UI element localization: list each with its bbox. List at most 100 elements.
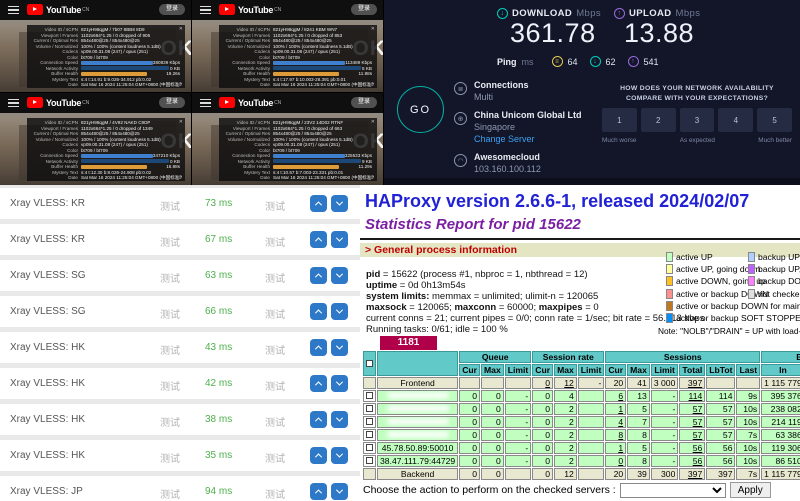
youtube-logo[interactable]: YouTubeCN: [219, 4, 281, 15]
signin-button[interactable]: 登录: [159, 97, 185, 108]
move-up-button[interactable]: [310, 411, 327, 428]
connection-speed-bar: [81, 61, 153, 65]
move-down-button[interactable]: [331, 303, 348, 320]
test-label-2[interactable]: 测试: [265, 270, 285, 285]
row-checkbox[interactable]: [366, 431, 373, 438]
haproxy-report-title: Statistics Report for pid 15622: [365, 216, 581, 233]
test-label[interactable]: 测试: [160, 234, 180, 249]
move-up-button[interactable]: [310, 231, 327, 248]
row-name: 38.47.111.79:44729: [377, 455, 458, 467]
stats-row: DateSat Mar 16 2024 11:25:04 GMT+0800 (中…: [27, 82, 182, 88]
close-icon[interactable]: ✕: [371, 119, 375, 125]
stats-row-server: 00-0288-57577s63 3861 638 75000: [363, 429, 800, 441]
select-all-cell[interactable]: [363, 351, 376, 376]
move-up-button[interactable]: [310, 339, 327, 356]
move-up-button[interactable]: [310, 267, 327, 284]
move-up-button[interactable]: [310, 375, 327, 392]
connection-speed-bar: [273, 154, 345, 158]
test-label[interactable]: 测试: [160, 414, 180, 429]
test-label-2[interactable]: 测试: [265, 198, 285, 213]
move-down-button[interactable]: [331, 375, 348, 392]
row-name: 45.78.50.89:50010: [377, 442, 458, 454]
test-label[interactable]: 测试: [160, 486, 180, 501]
server-block: China Unicom Global Ltd Singapore Change…: [474, 110, 582, 144]
youtube-topbar: YouTubeCN 登录: [192, 0, 383, 20]
move-up-button[interactable]: [310, 303, 327, 320]
test-label-2[interactable]: 测试: [265, 378, 285, 393]
test-label[interactable]: 测试: [160, 270, 180, 285]
ping-upload-value: 541: [644, 57, 659, 67]
rating-button-5[interactable]: 5: [757, 108, 792, 132]
move-down-button[interactable]: [331, 231, 348, 248]
test-label-2[interactable]: 测试: [265, 450, 285, 465]
move-up-button[interactable]: [310, 195, 327, 212]
test-label[interactable]: 测试: [160, 450, 180, 465]
youtube-logo[interactable]: YouTubeCN: [27, 4, 89, 15]
test-label-2[interactable]: 测试: [265, 306, 285, 321]
test-label-2[interactable]: 测试: [265, 234, 285, 249]
test-label[interactable]: 测试: [160, 378, 180, 393]
rating-button-4[interactable]: 4: [718, 108, 753, 132]
download-arrow-icon: ↓: [497, 8, 508, 19]
menu-icon[interactable]: [200, 6, 211, 16]
rating-button-2[interactable]: 2: [641, 108, 676, 132]
test-label-2[interactable]: 测试: [265, 342, 285, 357]
close-icon[interactable]: ✕: [179, 26, 183, 32]
row-checkbox[interactable]: [366, 392, 373, 399]
menu-icon[interactable]: [8, 6, 19, 16]
row-checkbox[interactable]: [366, 405, 373, 412]
close-icon[interactable]: ✕: [179, 119, 183, 125]
row-checkbox[interactable]: [366, 457, 373, 464]
youtube-topbar: YouTubeCN 登录: [0, 93, 191, 113]
connection-speed-bar: [273, 61, 345, 65]
info-line: system limits: memmax = unlimited; ulimi…: [366, 291, 705, 302]
latency-value: 43 ms: [205, 342, 232, 353]
stats-row-server: 00-04613-1141149s395 3765 114 67900: [363, 390, 800, 402]
change-server-link[interactable]: Change Server: [474, 134, 582, 144]
row-checkbox[interactable]: [366, 418, 373, 425]
move-down-button[interactable]: [331, 411, 348, 428]
apply-button[interactable]: Apply: [730, 482, 771, 498]
signin-button[interactable]: 登录: [351, 97, 377, 108]
menu-icon[interactable]: [200, 99, 211, 109]
move-down-button[interactable]: [331, 195, 348, 212]
youtube-topbar: YouTubeCN 登录: [0, 0, 191, 20]
close-icon[interactable]: ✕: [371, 26, 375, 32]
proxy-name-tab[interactable]: 1181: [380, 336, 437, 350]
move-down-button[interactable]: [331, 483, 348, 500]
legend-swatch: [666, 301, 673, 311]
rating-labels: Much worse As expected Much better: [602, 137, 792, 144]
info-line: uptime = 0d 0h13m54s: [366, 280, 705, 291]
test-label[interactable]: 测试: [160, 306, 180, 321]
move-down-button[interactable]: [331, 267, 348, 284]
move-down-button[interactable]: [331, 339, 348, 356]
blurred-name: [387, 418, 449, 425]
test-label[interactable]: 测试: [160, 342, 180, 357]
move-down-button[interactable]: [331, 447, 348, 464]
proxy-row: Xray VLESS: JP测试94 ms测试: [0, 476, 360, 501]
test-label-2[interactable]: 测试: [265, 486, 285, 501]
menu-icon[interactable]: [8, 99, 19, 109]
rating-button-3[interactable]: 3: [680, 108, 715, 132]
process-info-block: pid = 15622 (process #1, nbproc = 1, nbt…: [366, 269, 705, 335]
move-up-button[interactable]: [310, 447, 327, 464]
youtube-logo[interactable]: YouTubeCN: [219, 97, 281, 108]
signin-button[interactable]: 登录: [351, 4, 377, 15]
ping-download-value: 62: [606, 57, 616, 67]
rating-button-1[interactable]: 1: [602, 108, 637, 132]
proxy-row: Xray VLESS: KR测试73 ms测试: [0, 188, 360, 219]
speedtest-panel: ↓ DOWNLOAD Mbps ↑ UPLOAD Mbps 361.78 13.…: [384, 0, 800, 185]
test-label[interactable]: 测试: [160, 198, 180, 213]
move-up-button[interactable]: [310, 483, 327, 500]
row-checkbox[interactable]: [366, 444, 373, 451]
proxy-name: Xray VLESS: HK: [10, 450, 85, 461]
action-select[interactable]: [620, 483, 726, 498]
youtube-logo[interactable]: YouTubeCN: [27, 97, 89, 108]
col-header: Cur: [532, 364, 553, 376]
action-bar: Choose the action to perform on the chec…: [363, 482, 771, 498]
go-button[interactable]: GO: [397, 86, 444, 133]
signin-button[interactable]: 登录: [159, 4, 185, 15]
latency-value: 35 ms: [205, 450, 232, 461]
legend-swatch: [748, 252, 755, 262]
test-label-2[interactable]: 测试: [265, 414, 285, 429]
